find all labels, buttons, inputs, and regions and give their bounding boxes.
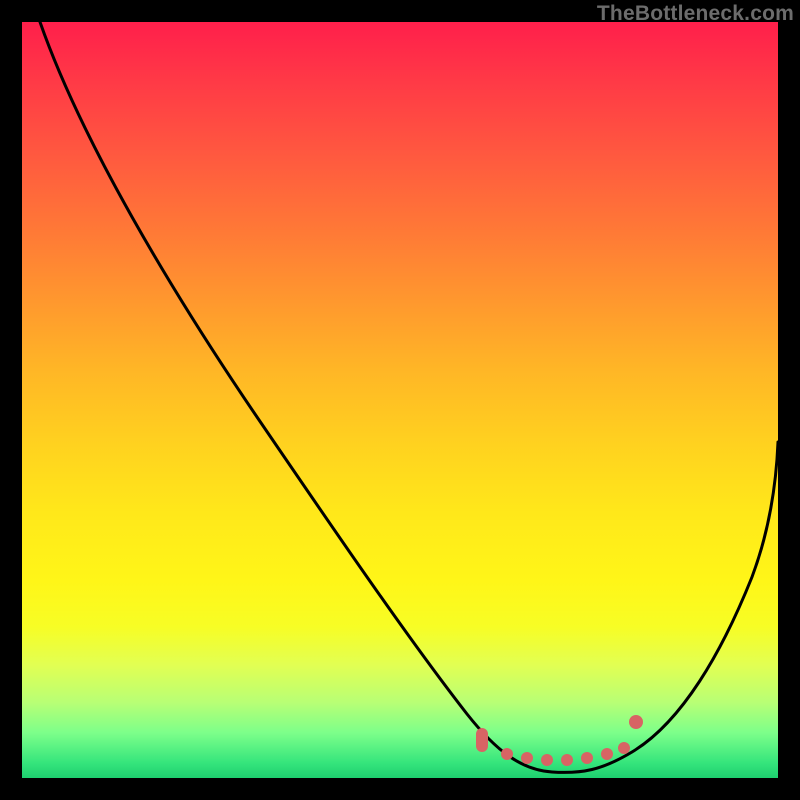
chart-svg-layer [22,22,778,778]
scatter-end-dot [629,715,643,729]
watermark-text: TheBottleneck.com [597,2,794,26]
scatter-dot [541,754,553,766]
scatter-dot [601,748,613,760]
scatter-dot [561,754,573,766]
scatter-dot [501,748,513,760]
scatter-dot [581,752,593,764]
scatter-start-cap [476,728,488,752]
scatter-dot [618,742,630,754]
chart-container: TheBottleneck.com [0,0,800,800]
scatter-dot [521,752,533,764]
bottleneck-curve [40,22,778,772]
